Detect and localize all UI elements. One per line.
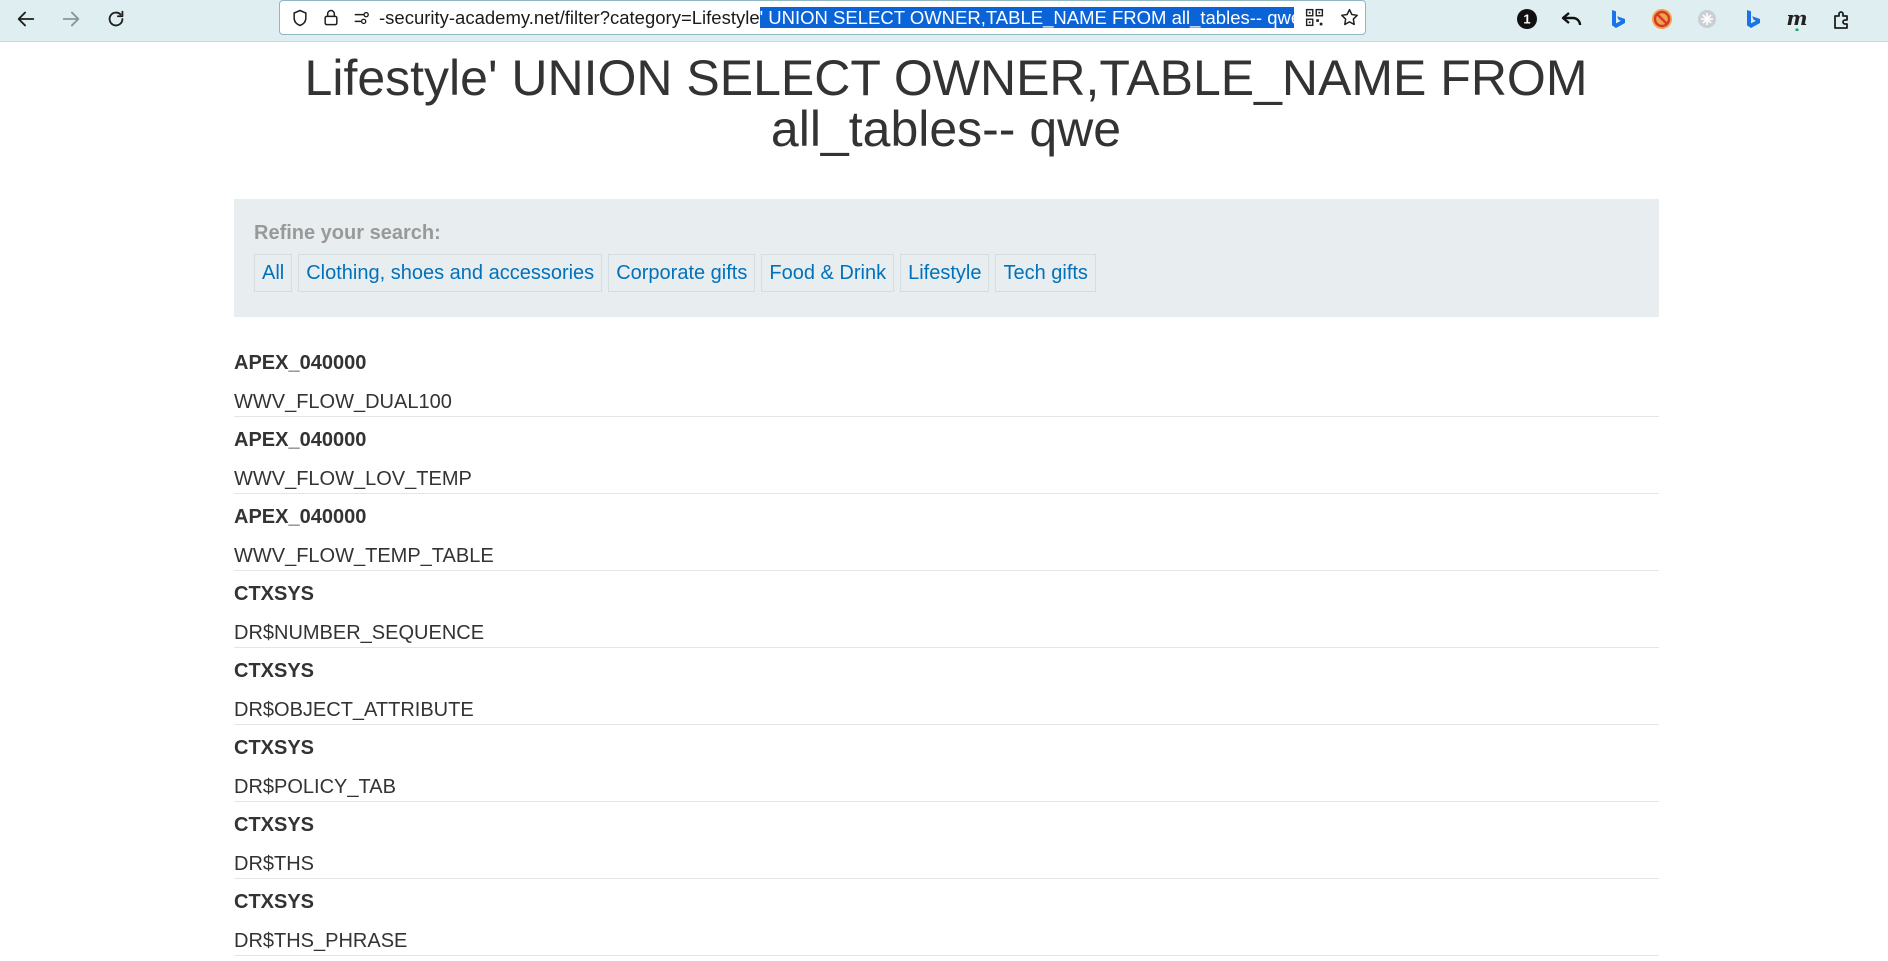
extension-undo[interactable] xyxy=(1557,4,1587,34)
forward-button[interactable] xyxy=(54,2,88,36)
badge-count: 1 xyxy=(1523,12,1530,27)
owner-cell: CTXSYS xyxy=(234,660,315,682)
bing-icon xyxy=(1612,10,1625,28)
puzzle-icon xyxy=(1834,11,1848,29)
url-text[interactable]: -security-academy.net/filter?category=Li… xyxy=(379,5,1294,31)
page-title: Lifestyle' UNION SELECT OWNER,TABLE_NAME… xyxy=(304,50,1588,157)
shield-round-icon xyxy=(1698,10,1716,28)
badge-icon: 1 xyxy=(1517,9,1537,29)
extension-badge-one[interactable]: 1 xyxy=(1512,4,1542,34)
owner-cell: APEX_040000 xyxy=(234,429,367,451)
table-row: APEX_040000 WWV_FLOW_DUAL100 xyxy=(234,340,1659,417)
reload-button[interactable] xyxy=(99,2,133,36)
browser-toolbar: -security-academy.net/filter?category=Li… xyxy=(0,0,1888,42)
lock-icon[interactable] xyxy=(320,7,342,29)
owner-cell: CTXSYS xyxy=(234,583,315,605)
site-permissions-icon[interactable] xyxy=(351,7,373,29)
table-row: APEX_040000 WWV_FLOW_LOV_TEMP xyxy=(234,417,1659,494)
table-name-cell: DR$THS xyxy=(234,853,315,875)
table-name-cell: DR$THS_PHRASE xyxy=(234,930,408,952)
qr-code-icon[interactable] xyxy=(1299,3,1329,33)
filter-link-food-drink[interactable]: Food & Drink xyxy=(761,254,895,292)
table-name-cell: DR$POLICY_TAB xyxy=(234,776,396,798)
table-name-cell: WWV_FLOW_LOV_TEMP xyxy=(234,468,472,490)
owner-cell: APEX_040000 xyxy=(234,352,367,374)
reload-icon xyxy=(108,10,124,27)
extension-bing-2[interactable] xyxy=(1737,4,1767,34)
filter-label: Refine your search: xyxy=(254,222,441,244)
filter-link-lifestyle[interactable]: Lifestyle xyxy=(900,254,990,292)
extension-blocker[interactable] xyxy=(1647,4,1677,34)
table-name-cell: DR$OBJECT_ATTRIBUTE xyxy=(234,699,474,721)
url-plain: -security-academy.net/filter?category=Li… xyxy=(379,6,760,28)
bookmark-star-icon[interactable] xyxy=(1334,3,1364,33)
owner-cell: CTXSYS xyxy=(234,891,315,913)
filter-panel: Refine your search: All Clothing, shoes … xyxy=(234,199,1659,317)
table-row: APEX_040000 WWV_FLOW_TEMP_TABLE xyxy=(234,494,1659,571)
url-selected: ' UNION SELECT OWNER,TABLE_NAME FROM all… xyxy=(759,6,1294,28)
filter-link-all[interactable]: All xyxy=(254,254,293,292)
extension-shield[interactable] xyxy=(1692,4,1722,34)
tracking-shield-icon[interactable] xyxy=(289,7,311,29)
m-letter-icon: m xyxy=(1786,7,1808,31)
table-name-cell: WWV_FLOW_TEMP_TABLE xyxy=(234,545,494,567)
extension-bing[interactable] xyxy=(1602,4,1632,34)
table-row: CTXSYS DR$THS xyxy=(234,802,1659,879)
owner-cell: APEX_040000 xyxy=(234,506,367,528)
extension-m[interactable]: m xyxy=(1782,4,1812,34)
table-row: CTXSYS DR$OBJECT_ATTRIBUTE xyxy=(234,648,1659,725)
undo-arrow-icon xyxy=(1561,12,1582,26)
bing-icon xyxy=(1747,10,1760,28)
filter-link-clothing[interactable]: Clothing, shoes and accessories xyxy=(298,254,603,292)
arrow-left-icon xyxy=(17,11,35,27)
table-row: CTXSYS DR$POLICY_TAB xyxy=(234,725,1659,802)
arrow-right-icon xyxy=(62,11,80,27)
m-letter: m xyxy=(1786,7,1807,30)
blocked-icon xyxy=(1652,9,1672,29)
table-row: CTXSYS DR$NUMBER_SEQUENCE xyxy=(234,571,1659,648)
address-bar[interactable]: -security-academy.net/filter?category=Li… xyxy=(279,0,1366,35)
filter-link-corporate-gifts[interactable]: Corporate gifts xyxy=(608,254,756,292)
extensions-menu-button[interactable] xyxy=(1827,4,1857,34)
table-name-cell: DR$NUMBER_SEQUENCE xyxy=(234,622,485,644)
table-name-cell: WWV_FLOW_DUAL100 xyxy=(234,391,452,413)
results-table: APEX_040000 WWV_FLOW_DUAL100 APEX_040000… xyxy=(234,340,1659,956)
owner-cell: CTXSYS xyxy=(234,737,315,759)
back-button[interactable] xyxy=(9,2,43,36)
filter-link-tech-gifts[interactable]: Tech gifts xyxy=(995,254,1096,292)
filter-links: All Clothing, shoes and accessories Corp… xyxy=(254,254,1102,292)
table-row: CTXSYS DR$THS_PHRASE xyxy=(234,879,1659,956)
owner-cell: CTXSYS xyxy=(234,814,315,836)
